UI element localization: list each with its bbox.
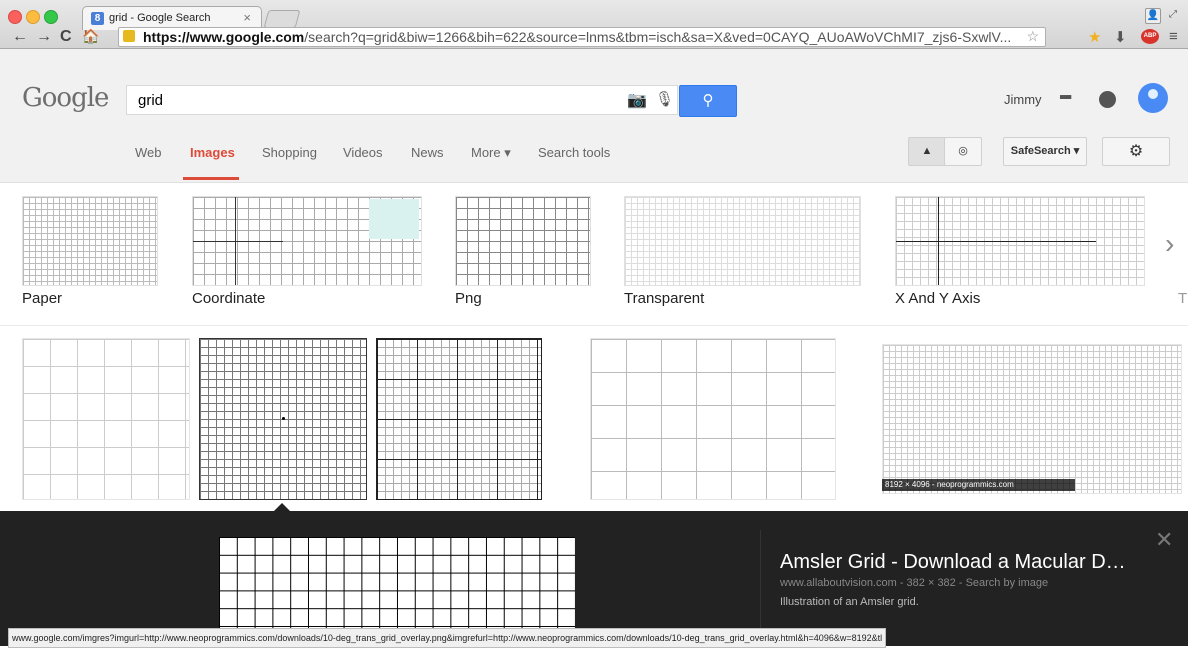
browser-chrome: 8 grid - Google Search × 👤 ⤢ ← → C 🏠 htt…: [0, 0, 1188, 49]
tab-videos[interactable]: Videos: [343, 145, 383, 160]
camera-icon[interactable]: 📷: [627, 90, 647, 110]
preview-title[interactable]: Amsler Grid - Download a Macular D…: [780, 551, 1126, 574]
close-icon[interactable]: ✕: [1155, 527, 1173, 553]
active-tab-indicator: [183, 177, 239, 180]
tab-images[interactable]: Images: [190, 145, 235, 160]
download-icon[interactable]: ⬇: [1114, 28, 1127, 46]
microphone-icon[interactable]: 🎙: [655, 90, 674, 108]
result-image-caption: 8192 × 4096 - neoprogrammics.com: [882, 479, 1075, 491]
result-image-3[interactable]: [376, 338, 542, 500]
related-label-png[interactable]: Png: [455, 290, 482, 307]
google-favicon-icon: 8: [91, 12, 104, 25]
chrome-menu-icon[interactable]: ≡: [1169, 28, 1178, 45]
result-image-2[interactable]: [199, 338, 367, 500]
related-thumb-coordinate[interactable]: [192, 196, 422, 286]
notifications-icon[interactable]: [1099, 91, 1116, 108]
search-box[interactable]: [126, 85, 678, 115]
personal-results-button[interactable]: ▲: [908, 137, 946, 166]
result-image-4[interactable]: [590, 338, 836, 500]
status-bar-url: www.google.com/imgres?imgurl=http://www.…: [8, 628, 887, 648]
url-host: https://www.google.com: [143, 29, 305, 45]
close-window-button[interactable]: [8, 10, 22, 24]
related-thumb-transparent[interactable]: [624, 196, 861, 286]
result-image-5[interactable]: [882, 344, 1182, 494]
tab-more[interactable]: More ▾: [471, 145, 511, 161]
search-button[interactable]: ⚲: [679, 85, 737, 117]
related-label-x-and-y-axis[interactable]: X And Y Axis: [895, 290, 980, 307]
adblock-icon[interactable]: ABP: [1141, 29, 1159, 44]
related-label-coordinate[interactable]: Coordinate: [192, 290, 265, 307]
bookmark-star-icon[interactable]: ☆: [1026, 28, 1039, 45]
divider: [0, 325, 1188, 326]
lock-icon: [123, 30, 135, 42]
related-label-partial[interactable]: T: [1178, 290, 1187, 307]
related-label-paper[interactable]: Paper: [22, 290, 62, 307]
related-thumb-x-and-y-axis[interactable]: [895, 196, 1145, 286]
zoom-window-button[interactable]: [44, 10, 58, 24]
preview-description: Illustration of an Amsler grid.: [780, 596, 919, 608]
reload-button[interactable]: C: [60, 28, 72, 46]
url-text: https://www.google.com/search?q=grid&biw…: [143, 29, 1011, 45]
google-header: Google 📷 🎙 ⚲ Jimmy ▪▪▪ Web Images Shoppi…: [0, 49, 1188, 183]
apps-grid-icon[interactable]: ▪▪▪: [1059, 89, 1072, 107]
chevron-right-icon[interactable]: ›: [1165, 228, 1174, 260]
search-input[interactable]: [136, 91, 600, 110]
new-tab-button[interactable]: [263, 10, 301, 28]
settings-gear-icon[interactable]: ⚙: [1102, 137, 1170, 166]
tab-news[interactable]: News: [411, 145, 444, 160]
safesearch-button[interactable]: SafeSearch ▾: [1003, 137, 1087, 166]
url-path: /search?q=grid&biw=1266&bih=622&source=l…: [304, 29, 1012, 45]
address-bar[interactable]: https://www.google.com/search?q=grid&biw…: [118, 27, 1046, 47]
back-button[interactable]: ←: [12, 28, 28, 46]
fullscreen-icon[interactable]: ⤢: [1166, 8, 1180, 22]
google-logo[interactable]: Google: [22, 83, 109, 119]
tab-close-icon[interactable]: ×: [243, 10, 251, 25]
avatar[interactable]: [1138, 83, 1168, 113]
related-label-transparent[interactable]: Transparent: [624, 290, 704, 307]
related-thumb-png[interactable]: [455, 196, 591, 286]
panel-divider: [760, 530, 761, 640]
forward-button[interactable]: →: [36, 28, 52, 46]
related-thumb-paper[interactable]: [22, 196, 158, 286]
home-button[interactable]: 🏠: [82, 28, 99, 45]
minimize-window-button[interactable]: [26, 10, 40, 24]
preview-meta[interactable]: www.allaboutvision.com - 382 × 382 - Sea…: [780, 577, 1048, 589]
result-image-1[interactable]: [22, 338, 190, 500]
tab-web[interactable]: Web: [135, 145, 162, 160]
tab-title: grid - Google Search: [109, 12, 211, 24]
favorites-icon[interactable]: ★: [1088, 28, 1101, 46]
user-name[interactable]: Jimmy: [1004, 92, 1042, 107]
global-results-icon[interactable]: ◎: [944, 137, 982, 166]
profile-icon[interactable]: 👤: [1145, 8, 1161, 24]
tab-shopping[interactable]: Shopping: [262, 145, 317, 160]
tab-search-tools[interactable]: Search tools: [538, 145, 610, 160]
